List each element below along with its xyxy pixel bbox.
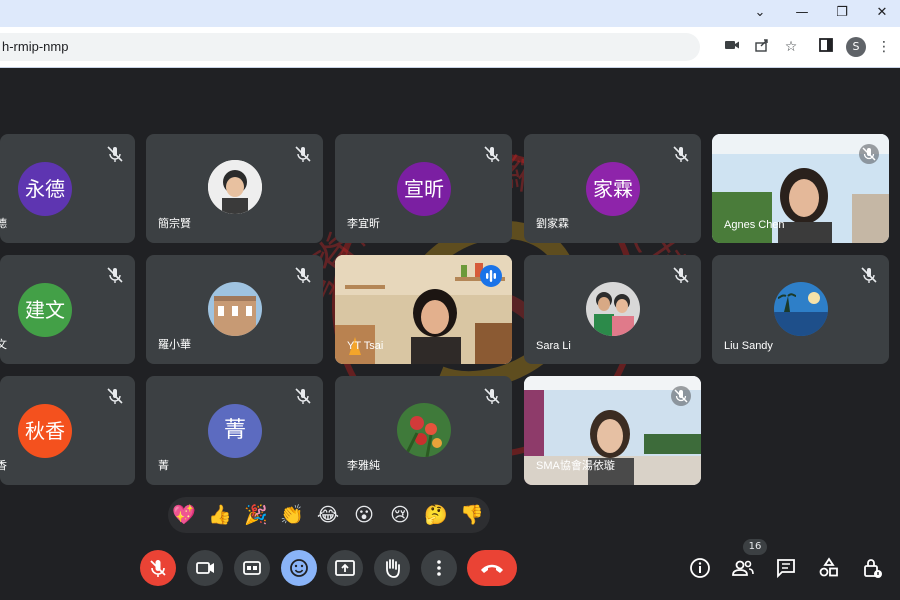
participant-name: Liu Sandy (724, 340, 773, 352)
leave-call-button[interactable] (467, 550, 517, 586)
participant-name: 文 (0, 339, 7, 351)
mic-off-icon (107, 267, 123, 283)
mic-off-icon (484, 146, 500, 162)
reaction-sparkling-heart[interactable]: 💖 (172, 503, 196, 527)
call-end-icon (481, 564, 503, 573)
url-field[interactable]: h-rmip-nmp (0, 33, 700, 61)
participant-tile[interactable]: 李雅純 (335, 376, 512, 485)
participant-photo (397, 403, 451, 457)
participant-name: 李雅純 (347, 460, 380, 472)
participant-photo (774, 282, 828, 336)
mic-off-icon (671, 386, 691, 406)
reaction-surprised[interactable]: 😮 (352, 503, 376, 527)
address-bar: h-rmip-nmp ☆ S ⋮ (0, 27, 900, 68)
hand-icon (386, 559, 400, 578)
mic-off-icon (150, 560, 166, 577)
participant-name: YT Tsai (347, 340, 384, 352)
participant-avatar: 秋香 (18, 404, 72, 458)
videocam-icon (196, 562, 214, 574)
chevron-down-icon[interactable]: ⌄ (748, 3, 772, 23)
participant-name: SMA協會湯依璇 (536, 460, 615, 472)
participant-video-tile[interactable]: SMA協會湯依璇 (524, 376, 701, 485)
reactions-button[interactable] (281, 550, 317, 586)
participant-tile[interactable]: Sara Li (524, 255, 701, 364)
mic-off-icon (859, 144, 879, 164)
audio-level-icon (480, 265, 502, 287)
more-vert-icon[interactable]: ⋮ (874, 37, 894, 57)
participant-tile[interactable]: Liu Sandy (712, 255, 889, 364)
reaction-joy[interactable]: 😂 (316, 503, 340, 527)
mic-off-icon (673, 146, 689, 162)
closed-captions-icon (243, 561, 261, 575)
participant-tile[interactable]: 永德 德 (0, 134, 135, 243)
participant-video-tile[interactable]: Agnes Chen (712, 134, 889, 243)
reaction-party-popper[interactable]: 🎉 (244, 503, 268, 527)
camera-toggle-button[interactable] (187, 550, 223, 586)
participant-name: Agnes Chen (724, 219, 785, 231)
profile-avatar[interactable]: S (846, 37, 866, 57)
participant-name: 德 (0, 218, 7, 230)
activities-icon[interactable] (817, 556, 841, 580)
participant-name: 劉家霖 (536, 218, 569, 230)
participant-name: 香 (0, 460, 7, 472)
browser-titlebar: ⌄ — ❐ ✕ (0, 0, 900, 27)
microphone-toggle-button[interactable] (140, 550, 176, 586)
star-icon[interactable]: ☆ (781, 37, 801, 57)
reaction-crying[interactable]: 😢 (388, 503, 412, 527)
minimize-icon[interactable]: — (790, 3, 814, 23)
people-icon[interactable] (731, 556, 755, 580)
more-options-button[interactable] (421, 550, 457, 586)
participant-video-tile-active-speaker[interactable]: YT Tsai (335, 255, 512, 364)
mic-off-icon (295, 388, 311, 404)
mic-off-icon (861, 267, 877, 283)
reaction-clapping[interactable]: 👏 (280, 503, 304, 527)
participant-tile[interactable]: 家霖 劉家霖 (524, 134, 701, 243)
mic-off-icon (484, 388, 500, 404)
captions-button[interactable] (234, 550, 270, 586)
mic-off-icon (673, 267, 689, 283)
participant-avatar: 家霖 (586, 162, 640, 216)
url-text: h-rmip-nmp (2, 39, 69, 54)
mic-off-icon (107, 388, 123, 404)
participant-photo (208, 282, 262, 336)
emoji-icon (290, 559, 308, 577)
participant-name: Sara Li (536, 340, 571, 352)
participant-tile[interactable]: 羅小華 (146, 255, 323, 364)
participant-name: 李宜昕 (347, 218, 380, 230)
participant-tile[interactable]: 簡宗賢 (146, 134, 323, 243)
mic-off-icon (295, 146, 311, 162)
restore-icon[interactable]: ❐ (830, 3, 854, 23)
mic-off-icon (107, 146, 123, 162)
share-icon[interactable] (752, 37, 772, 57)
close-icon[interactable]: ✕ (870, 3, 894, 23)
participant-count-badge: 16 (743, 539, 767, 555)
participant-avatar: 宣昕 (397, 162, 451, 216)
host-controls-lock-icon[interactable] (860, 556, 884, 580)
camera-icon[interactable] (722, 37, 742, 57)
participant-tile[interactable]: 建文 文 (0, 255, 135, 364)
participant-name: 羅小華 (158, 339, 191, 351)
reactions-bar: 💖 👍 🎉 👏 😂 😮 😢 🤔 👎 (168, 497, 490, 533)
participant-avatar: 建文 (18, 283, 72, 337)
info-icon[interactable] (688, 556, 712, 580)
side-panel-icon[interactable] (816, 37, 836, 57)
participant-photo (208, 160, 262, 214)
participant-avatar: 永德 (18, 162, 72, 216)
participant-tile[interactable]: 宣昕 李宜昕 (335, 134, 512, 243)
participant-tile[interactable]: 菁 菁 (146, 376, 323, 485)
participant-tile[interactable]: 秋香 香 (0, 376, 135, 485)
reaction-thumbs-down[interactable]: 👎 (460, 503, 484, 527)
mic-off-icon (295, 267, 311, 283)
raise-hand-button[interactable] (374, 550, 410, 586)
participant-name: 菁 (158, 460, 169, 472)
reaction-thinking[interactable]: 🤔 (424, 503, 448, 527)
participant-name: 簡宗賢 (158, 218, 191, 230)
present-screen-button[interactable] (327, 550, 363, 586)
participant-avatar: 菁 (208, 404, 262, 458)
more-vert-icon (437, 560, 441, 576)
present-to-all-icon (335, 560, 355, 576)
reaction-thumbs-up[interactable]: 👍 (208, 503, 232, 527)
participant-photo (586, 282, 640, 336)
chat-icon[interactable] (774, 556, 798, 580)
